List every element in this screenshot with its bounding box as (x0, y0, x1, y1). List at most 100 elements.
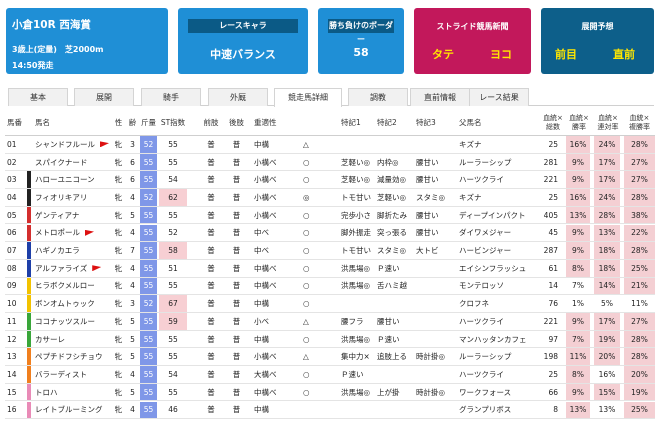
table-row[interactable]: 03 ハローユニコーン牝 6 55 54 普普小構ベ ○ 芝軽い◎ 減量効◎ 腰甘い ハーツクライ 2… (5, 171, 655, 190)
horse-name[interactable]: バラーディスト (35, 366, 113, 383)
forelimb: 普 (207, 175, 215, 185)
table-row[interactable]: 01 シャンドフルール牝 3 52 55 普普中構 △ キズナ 25 16% 24% 28% (5, 136, 655, 154)
table-row[interactable]: 07 ハギノカエラ牝 7 55 58 普普中ベ ○ トモ甘い スタミ◎ 大トビ ハービンジャー 287… (5, 242, 655, 260)
hindlimb: 普 (232, 228, 241, 238)
note-3: 時計掛◎ (416, 352, 446, 362)
note-3: スタミ◎ (416, 192, 446, 202)
forelimb: 普 (207, 139, 215, 149)
track-type: 小構ベ (254, 175, 277, 185)
tab-gaikyu[interactable]: 外厩 (208, 88, 268, 106)
heavy-aptitude: ○ (303, 157, 310, 167)
frame-color-band (27, 242, 31, 259)
table-row[interactable]: 06 メトロポール牝 4 55 52 普普中ベ ○ 脚外振走 突っ張る 腰甘い ダイワメジャー 45 9… (5, 224, 655, 243)
track-type: 中ベ (254, 228, 269, 238)
horse-name[interactable]: ココナッツスルー (35, 313, 113, 330)
table-row[interactable]: 16 レイトブルーミング牝 4 55 46 普普中構 グランプリボス 8 13% 13% 25% (5, 401, 655, 420)
horse-sex: 牝 (114, 334, 123, 344)
tab-bar: 基本 展開 騎手 外厩 競走馬詳細 調教 直前情報 レース結果 (8, 88, 654, 107)
hdr-no: 馬番 (7, 118, 22, 127)
heavy-aptitude: △ (303, 352, 309, 362)
pedigree-place2-rate: 28% (594, 206, 620, 224)
table-row[interactable]: 12 カサーレ牝 5 55 55 普普中構 ○ 洪馬場◎ Ｐ速い マンハッタンカフェ 97 7% 19%… (5, 330, 655, 349)
horse-name[interactable]: レイトブルーミング (35, 402, 113, 419)
horse-name[interactable]: トロハ (35, 384, 113, 401)
note-1 (341, 402, 377, 419)
note-3: 腰甘い (416, 175, 439, 185)
note-1: 脚外振走 (341, 228, 371, 238)
frame-color-band (27, 189, 31, 206)
tab-tenkai[interactable]: 展開 (74, 88, 134, 106)
table-row[interactable]: 08 アルファライズ牝 4 55 51 普普中構ベ ○ 洪馬場◎ Ｐ速い エイシンフラッシュ 61 8… (5, 259, 655, 278)
pedigree-total: 14 (548, 281, 558, 291)
tab-result[interactable]: レース結果 (469, 88, 529, 106)
table-row[interactable]: 09 ヒラボクメルロー牝 4 55 55 普普中構ベ ○ 洪馬場◎ 舌ハミ越 モンテロッソ 14 7%… (5, 277, 655, 296)
st-index: 55 (168, 157, 178, 167)
track-type: 中構ベ (254, 263, 277, 273)
horse-age: 4 (130, 369, 135, 379)
tab-horse-detail[interactable]: 競走馬詳細 (274, 88, 342, 107)
table-row[interactable]: 13 ペプチドフシチョウ牝 5 55 55 普普小構ベ △ 集中力× 追肢上る 時計掛◎ ルーラーシ… (5, 348, 655, 367)
st-index: 55 (168, 352, 178, 362)
table-row[interactable]: 15 トロハ牝 5 55 55 普普中構ベ ○ 洪馬場◎ 上が掛 時計掛◎ ワークフォース 66 9% 1… (5, 383, 655, 402)
note-1: 洪馬場◎ (341, 387, 371, 397)
horse-name[interactable]: ボンオムトゥック (35, 295, 113, 312)
pedigree-win-rate: 13% (566, 401, 590, 419)
table-row[interactable]: 02 スパイクナード牝 6 55 55 普普小構ベ ○ 芝軽い◎ 内枠◎ 腰甘い ルーラーシップ 28… (5, 153, 655, 172)
forelimb: 普 (207, 334, 215, 344)
horse-name[interactable]: メトロポール (35, 225, 113, 242)
pedigree-place3-rate: 20% (624, 366, 655, 383)
note-2: Ｐ速い (377, 263, 400, 273)
tab-chokuzen[interactable]: 直前情報 (410, 88, 470, 106)
summary-cards: 小倉10R 西海賞 3歳上(定量) 芝2000m 14:50発走 レースキャラ … (0, 0, 660, 82)
hindlimb: 普 (232, 334, 241, 344)
tab-basic[interactable]: 基本 (8, 88, 68, 106)
horse-weight: 55 (140, 348, 157, 366)
horse-age: 5 (130, 334, 135, 344)
tenkai-label: 展開予想 (581, 22, 614, 31)
horse-weight: 55 (140, 259, 157, 277)
note-2: 芝軽い◎ (377, 192, 407, 202)
stride-card: ストライド競馬新聞 タテ ヨコ (414, 8, 531, 74)
hdr-t1: 特記2 (377, 118, 397, 127)
horse-name[interactable]: カサーレ (35, 331, 113, 348)
forelimb: 普 (207, 316, 215, 326)
note-1: 洪馬場◎ (341, 334, 371, 344)
track-type: 中構 (254, 334, 269, 344)
sire-name: ディープインパクト (459, 210, 526, 220)
pedigree-place2-rate: 18% (594, 259, 620, 277)
sire-name: ルーラーシップ (459, 157, 512, 167)
stride-right-value: ヨコ (490, 48, 512, 61)
horse-name[interactable]: シャンドフルール (35, 136, 113, 153)
note-2 (377, 402, 413, 419)
pedigree-win-rate: 7% (572, 281, 584, 291)
pedigree-place3-rate: 28% (624, 189, 655, 206)
st-index: 54 (168, 175, 178, 185)
pedigree-total: 281 (543, 157, 558, 167)
pedigree-place2-rate: 13% (598, 405, 616, 415)
tab-training[interactable]: 調教 (348, 88, 408, 106)
table-row[interactable]: 04 フィオリキアリ牝 4 52 62 普普小構ベ ◎ トモ甘い 芝軽い◎ スタミ◎ キズナ 25 16… (5, 189, 655, 207)
table-row[interactable]: 11 ココナッツスルー牝 5 55 59 普普小ベ △ 腰フラ 腰甘い ハーツクライ 221 9% 17… (5, 313, 655, 331)
horse-name[interactable]: ハギノカエラ (35, 242, 113, 259)
forelimb: 普 (207, 281, 215, 291)
horse-age: 5 (130, 352, 135, 362)
horse-name[interactable]: ペプチドフシチョウ (35, 348, 113, 365)
hindlimb: 普 (232, 246, 241, 256)
table-row[interactable]: 05 ゲンティアナ牝 5 55 55 普普小構ベ ○ 完歩小さ 脚折たみ 腰甘い ディープインパクト… (5, 206, 655, 225)
horse-name[interactable]: フィオリキアリ (35, 189, 113, 206)
table-row[interactable]: 10 ボンオムトゥック牝 3 52 67 普普中構 ○ クロフネ 76 1% 5% 11% (5, 295, 655, 313)
heavy-aptitude: ○ (303, 369, 310, 379)
horse-age: 4 (130, 192, 135, 202)
horse-name[interactable]: スパイクナード (35, 154, 113, 171)
horse-weight: 55 (140, 224, 157, 242)
horse-name[interactable]: ゲンティアナ (35, 207, 113, 224)
tab-jockey[interactable]: 騎手 (141, 88, 201, 106)
note-2: 舌ハミ越 (377, 281, 407, 291)
st-index: 55 (168, 281, 178, 291)
horse-name[interactable]: ヒラボクメルロー (35, 278, 113, 295)
horse-name[interactable]: アルファライズ (35, 260, 113, 277)
horse-name[interactable]: ハローユニコーン (35, 171, 113, 188)
hdr-fore: 前肢 (203, 118, 219, 127)
table-row[interactable]: 14 バラーディスト牝 4 55 54 普普大構ベ ○ Ｐ速い ハーツクライ 25 8% 16% 20% (5, 366, 655, 384)
pedigree-win-rate: 9% (566, 313, 590, 330)
